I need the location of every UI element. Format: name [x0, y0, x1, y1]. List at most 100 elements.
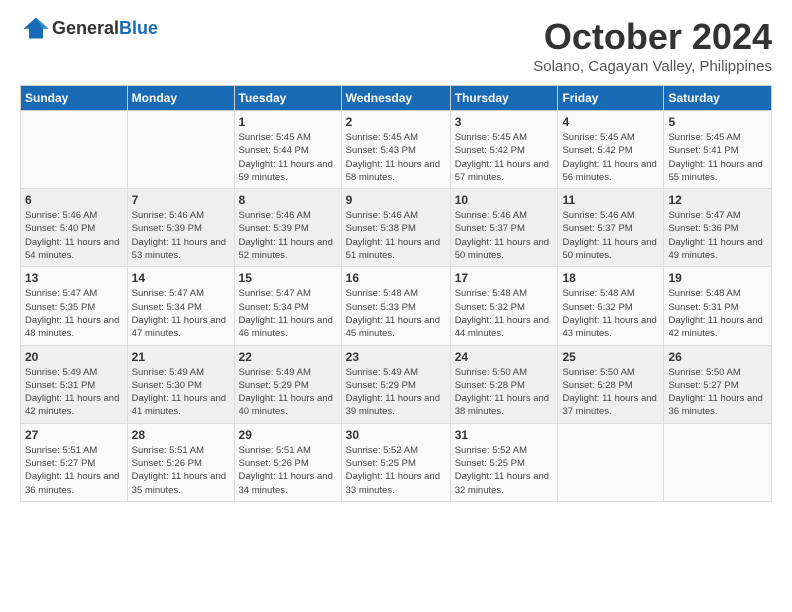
cell-info: Sunrise: 5:48 AM Sunset: 5:32 PM Dayligh… [455, 287, 554, 340]
day-number: 31 [455, 428, 554, 442]
calendar-cell: 20 Sunrise: 5:49 AM Sunset: 5:31 PM Dayli… [21, 345, 128, 423]
calendar-cell: 22Sunrise: 5:49 AM Sunset: 5:29 PM Dayli… [234, 345, 341, 423]
week-row-5: 27 Sunrise: 5:51 AM Sunset: 5:27 PM Dayli… [21, 423, 772, 501]
cell-info: Sunrise: 5:47 AM Sunset: 5:36 PM Dayligh… [668, 209, 767, 262]
cell-info: Sunrise: 5:46 AM Sunset: 5:37 PM Dayligh… [455, 209, 554, 262]
cell-info: Sunrise: 5:48 AM Sunset: 5:33 PM Dayligh… [346, 287, 446, 340]
location-title: Solano, Cagayan Valley, Philippines [533, 58, 772, 75]
day-number: 4 [562, 115, 659, 129]
day-number: 1 [239, 115, 337, 129]
day-number: 20 [25, 350, 123, 364]
calendar-cell [558, 423, 664, 501]
calendar-cell: 17 Sunrise: 5:48 AM Sunset: 5:32 PM Dayli… [450, 267, 558, 345]
week-row-1: 1 Sunrise: 5:45 AM Sunset: 5:44 PM Daylig… [21, 111, 772, 189]
weekday-header-sunday: Sunday [21, 86, 128, 111]
calendar-cell: 30Sunrise: 5:52 AM Sunset: 5:25 PM Dayli… [341, 423, 450, 501]
calendar-cell: 13Sunrise: 5:47 AM Sunset: 5:35 PM Dayli… [21, 267, 128, 345]
cell-info: Sunrise: 5:45 AM Sunset: 5:41 PM Dayligh… [668, 131, 767, 184]
cell-info: Sunrise: 5:48 AM Sunset: 5:32 PM Dayligh… [562, 287, 659, 340]
cell-info: Sunrise: 5:51 AM Sunset: 5:26 PM Dayligh… [239, 444, 337, 497]
month-title: October 2024 [533, 16, 772, 58]
calendar-cell: 11 Sunrise: 5:46 AM Sunset: 5:37 PM Dayli… [558, 189, 664, 267]
calendar-cell: 31 Sunrise: 5:52 AM Sunset: 5:25 PM Dayli… [450, 423, 558, 501]
calendar-cell: 8 Sunrise: 5:46 AM Sunset: 5:39 PM Daylig… [234, 189, 341, 267]
weekday-header-thursday: Thursday [450, 86, 558, 111]
calendar-cell: 25Sunrise: 5:50 AM Sunset: 5:28 PM Dayli… [558, 345, 664, 423]
week-row-2: 6Sunrise: 5:46 AM Sunset: 5:40 PM Daylig… [21, 189, 772, 267]
day-number: 8 [239, 193, 337, 207]
day-number: 3 [455, 115, 554, 129]
cell-info: Sunrise: 5:46 AM Sunset: 5:39 PM Dayligh… [132, 209, 230, 262]
calendar-cell: 14 Sunrise: 5:47 AM Sunset: 5:34 PM Dayli… [127, 267, 234, 345]
calendar-cell: 28 Sunrise: 5:51 AM Sunset: 5:26 PM Dayli… [127, 423, 234, 501]
cell-info: Sunrise: 5:51 AM Sunset: 5:27 PM Dayligh… [25, 444, 123, 497]
calendar-cell: 21 Sunrise: 5:49 AM Sunset: 5:30 PM Dayli… [127, 345, 234, 423]
calendar-cell: 29 Sunrise: 5:51 AM Sunset: 5:26 PM Dayli… [234, 423, 341, 501]
cell-info: Sunrise: 5:46 AM Sunset: 5:37 PM Dayligh… [562, 209, 659, 262]
day-number: 27 [25, 428, 123, 442]
calendar-cell: 16Sunrise: 5:48 AM Sunset: 5:33 PM Dayli… [341, 267, 450, 345]
calendar-cell: 26Sunrise: 5:50 AM Sunset: 5:27 PM Dayli… [664, 345, 772, 423]
cell-info: Sunrise: 5:49 AM Sunset: 5:31 PM Dayligh… [25, 366, 123, 419]
cell-info: Sunrise: 5:47 AM Sunset: 5:34 PM Dayligh… [132, 287, 230, 340]
cell-info: Sunrise: 5:50 AM Sunset: 5:28 PM Dayligh… [455, 366, 554, 419]
day-number: 17 [455, 271, 554, 285]
day-number: 29 [239, 428, 337, 442]
day-number: 11 [562, 193, 659, 207]
cell-info: Sunrise: 5:49 AM Sunset: 5:29 PM Dayligh… [346, 366, 446, 419]
day-number: 24 [455, 350, 554, 364]
header: GeneralBlue October 2024 Solano, Cagayan… [20, 16, 772, 75]
cell-info: Sunrise: 5:51 AM Sunset: 5:26 PM Dayligh… [132, 444, 230, 497]
cell-info: Sunrise: 5:47 AM Sunset: 5:34 PM Dayligh… [239, 287, 337, 340]
calendar-cell: 3Sunrise: 5:45 AM Sunset: 5:42 PM Daylig… [450, 111, 558, 189]
calendar-cell: 1 Sunrise: 5:45 AM Sunset: 5:44 PM Daylig… [234, 111, 341, 189]
logo: GeneralBlue [20, 16, 158, 40]
title-area: October 2024 Solano, Cagayan Valley, Phi… [533, 16, 772, 75]
cell-info: Sunrise: 5:52 AM Sunset: 5:25 PM Dayligh… [455, 444, 554, 497]
calendar-cell [664, 423, 772, 501]
calendar-cell: 6Sunrise: 5:46 AM Sunset: 5:40 PM Daylig… [21, 189, 128, 267]
day-number: 21 [132, 350, 230, 364]
calendar-cell: 27 Sunrise: 5:51 AM Sunset: 5:27 PM Dayli… [21, 423, 128, 501]
calendar-cell: 5Sunrise: 5:45 AM Sunset: 5:41 PM Daylig… [664, 111, 772, 189]
week-row-4: 20 Sunrise: 5:49 AM Sunset: 5:31 PM Dayli… [21, 345, 772, 423]
day-number: 7 [132, 193, 230, 207]
calendar-cell [21, 111, 128, 189]
cell-info: Sunrise: 5:49 AM Sunset: 5:29 PM Dayligh… [239, 366, 337, 419]
calendar-cell: 19Sunrise: 5:48 AM Sunset: 5:31 PM Dayli… [664, 267, 772, 345]
weekday-header-row: SundayMondayTuesdayWednesdayThursdayFrid… [21, 86, 772, 111]
weekday-header-wednesday: Wednesday [341, 86, 450, 111]
logo-text: GeneralBlue [52, 18, 158, 39]
day-number: 30 [346, 428, 446, 442]
logo-general: General [52, 18, 119, 38]
day-number: 9 [346, 193, 446, 207]
calendar-cell: 24 Sunrise: 5:50 AM Sunset: 5:28 PM Dayli… [450, 345, 558, 423]
cell-info: Sunrise: 5:45 AM Sunset: 5:44 PM Dayligh… [239, 131, 337, 184]
day-number: 2 [346, 115, 446, 129]
day-number: 19 [668, 271, 767, 285]
cell-info: Sunrise: 5:45 AM Sunset: 5:42 PM Dayligh… [562, 131, 659, 184]
day-number: 23 [346, 350, 446, 364]
cell-info: Sunrise: 5:49 AM Sunset: 5:30 PM Dayligh… [132, 366, 230, 419]
cell-info: Sunrise: 5:50 AM Sunset: 5:27 PM Dayligh… [668, 366, 767, 419]
logo-icon [22, 16, 50, 40]
calendar-cell: 15 Sunrise: 5:47 AM Sunset: 5:34 PM Dayli… [234, 267, 341, 345]
weekday-header-monday: Monday [127, 86, 234, 111]
day-number: 18 [562, 271, 659, 285]
weekday-header-saturday: Saturday [664, 86, 772, 111]
day-number: 12 [668, 193, 767, 207]
day-number: 15 [239, 271, 337, 285]
day-number: 13 [25, 271, 123, 285]
calendar-cell [127, 111, 234, 189]
day-number: 28 [132, 428, 230, 442]
day-number: 10 [455, 193, 554, 207]
weekday-header-tuesday: Tuesday [234, 86, 341, 111]
week-row-3: 13Sunrise: 5:47 AM Sunset: 5:35 PM Dayli… [21, 267, 772, 345]
day-number: 14 [132, 271, 230, 285]
day-number: 6 [25, 193, 123, 207]
calendar-cell: 10 Sunrise: 5:46 AM Sunset: 5:37 PM Dayli… [450, 189, 558, 267]
cell-info: Sunrise: 5:46 AM Sunset: 5:39 PM Dayligh… [239, 209, 337, 262]
cell-info: Sunrise: 5:50 AM Sunset: 5:28 PM Dayligh… [562, 366, 659, 419]
cell-info: Sunrise: 5:45 AM Sunset: 5:43 PM Dayligh… [346, 131, 446, 184]
cell-info: Sunrise: 5:46 AM Sunset: 5:38 PM Dayligh… [346, 209, 446, 262]
